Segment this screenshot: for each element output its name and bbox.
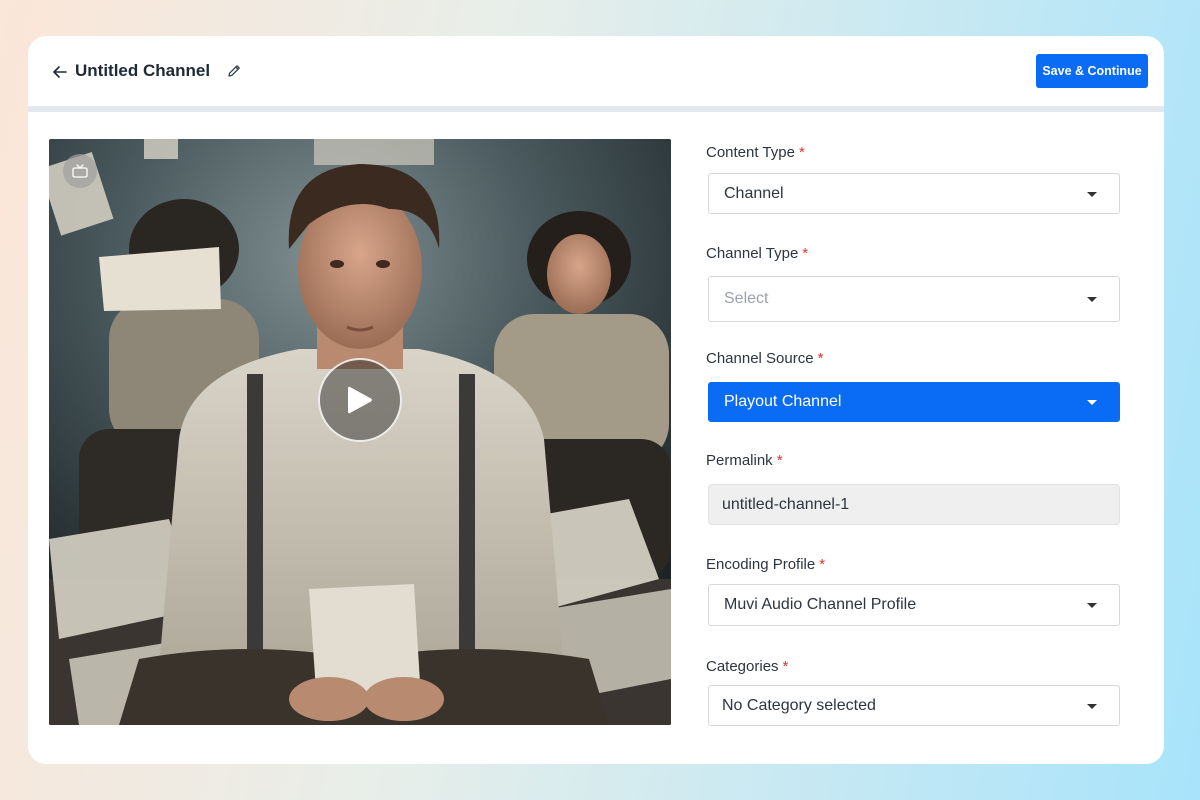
channel-source-value: Playout Channel (724, 393, 842, 410)
categories-select[interactable]: No Category selected (708, 685, 1120, 726)
channel-source-select[interactable]: Playout Channel (708, 382, 1120, 422)
permalink-label-text: Permalink (706, 452, 773, 469)
content-type-select[interactable]: Channel (708, 173, 1120, 214)
required-marker: * (782, 658, 789, 675)
channel-type-label-text: Channel Type (706, 245, 799, 262)
channel-source-label-text: Channel Source (706, 350, 814, 367)
content-type-value: Channel (724, 184, 784, 202)
caret-down-icon (1087, 191, 1097, 197)
play-button[interactable] (318, 358, 402, 442)
tv-icon (63, 154, 97, 188)
categories-label: Categories * (706, 658, 788, 675)
encoding-profile-label-text: Encoding Profile (706, 556, 816, 573)
encoding-profile-label: Encoding Profile * (706, 556, 825, 573)
caret-down-icon (1087, 400, 1097, 405)
channel-type-label: Channel Type * (706, 245, 808, 262)
page-title: Untitled Channel (75, 61, 211, 80)
channel-type-placeholder: Select (724, 290, 769, 307)
caret-down-icon (1087, 603, 1097, 608)
video-preview[interactable] (49, 139, 671, 725)
pencil-icon[interactable] (226, 63, 242, 79)
encoding-profile-value: Muvi Audio Channel Profile (724, 596, 917, 613)
caret-down-icon (1087, 297, 1097, 302)
categories-value: No Category selected (722, 696, 876, 714)
content-type-label-text: Content Type (706, 144, 795, 161)
required-marker: * (819, 556, 826, 573)
arrow-left-icon[interactable] (52, 64, 68, 80)
permalink-label: Permalink * (706, 452, 783, 469)
required-marker: * (817, 350, 824, 367)
play-icon (346, 385, 374, 415)
header-bar: Untitled Channel Save & Continue (28, 36, 1164, 106)
required-marker: * (802, 245, 809, 262)
required-marker: * (798, 144, 805, 161)
content-type-label: Content Type * (706, 144, 805, 161)
header-divider (28, 106, 1164, 112)
permalink-input[interactable] (708, 484, 1120, 525)
channel-editor-card: Untitled Channel Save & Continue Content… (28, 36, 1164, 764)
channel-type-select[interactable]: Select (708, 276, 1120, 322)
categories-label-text: Categories (706, 658, 779, 675)
encoding-profile-select[interactable]: Muvi Audio Channel Profile (708, 584, 1120, 626)
save-continue-button[interactable]: Save & Continue (1036, 54, 1148, 88)
channel-source-label: Channel Source * (706, 350, 823, 367)
caret-down-icon (1087, 703, 1097, 709)
required-marker: * (776, 452, 783, 469)
